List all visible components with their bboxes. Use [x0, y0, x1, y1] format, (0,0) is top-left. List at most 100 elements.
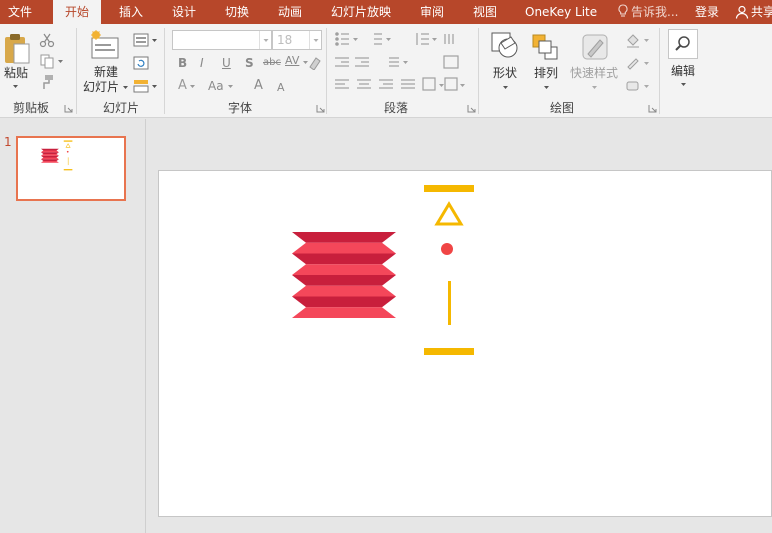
quick-styles-button[interactable]: 快速样式 — [568, 66, 620, 81]
person-icon — [735, 5, 749, 19]
reset-icon[interactable] — [133, 55, 149, 71]
lightbulb-icon — [618, 4, 628, 17]
slide-thumbnail[interactable] — [16, 136, 126, 201]
paragraph-group-label: 段落 — [383, 101, 408, 115]
separator — [164, 28, 165, 114]
format-painter-icon[interactable] — [39, 74, 55, 90]
font-launcher-icon[interactable] — [316, 104, 325, 113]
paste-dropdown-icon[interactable] — [13, 85, 18, 88]
clipboard-group-label: 剪贴板 — [12, 101, 49, 115]
arrange-button[interactable]: 排列 — [530, 66, 562, 81]
font-group-label: 字体 — [227, 101, 252, 115]
shape-fill-dropdown-icon[interactable] — [644, 39, 649, 42]
paste-button[interactable]: 粘贴 — [2, 66, 30, 81]
shadow-button[interactable]: S — [245, 56, 254, 70]
font-color-dropdown-icon[interactable] — [190, 85, 195, 88]
separator — [659, 28, 660, 114]
font-name-combobox[interactable] — [172, 30, 272, 50]
tab-slideshow[interactable]: 幻灯片放映 — [331, 0, 391, 24]
tell-me-box[interactable]: 告诉我... — [617, 0, 678, 24]
font-size-combobox[interactable]: 18 — [272, 30, 322, 50]
ribbon-tab-bar: 文件 开始 插入 设计 切换 动画 幻灯片放映 审阅 视图 OneKey Lit… — [0, 0, 772, 24]
font-size-dropdown[interactable] — [309, 31, 321, 49]
section-dropdown-icon[interactable] — [152, 85, 157, 88]
editing-label[interactable]: 编辑 — [667, 64, 699, 79]
arrange-dropdown-icon[interactable] — [544, 86, 549, 89]
bottom-gold-bar[interactable] — [424, 348, 474, 355]
arrange-icon[interactable] — [530, 32, 562, 62]
red-dot[interactable] — [441, 243, 453, 255]
slides-group-label: 幻灯片 — [102, 101, 139, 115]
chevron-down-icon — [263, 39, 269, 42]
quick-styles-icon[interactable] — [580, 32, 612, 62]
shapes-button[interactable]: 形状 — [489, 66, 521, 81]
grow-font-button[interactable]: A — [254, 79, 263, 93]
separator — [478, 28, 479, 114]
tab-onekey[interactable]: OneKey Lite — [525, 0, 597, 24]
strikethrough-button[interactable]: abc — [263, 56, 281, 70]
triangle-icon[interactable] — [434, 201, 464, 227]
copy-dropdown-icon[interactable] — [58, 60, 63, 63]
share-label: 共享 — [751, 5, 772, 19]
lantern-graphic[interactable] — [292, 232, 396, 318]
top-gold-bar[interactable] — [424, 185, 474, 192]
shapes-dropdown-icon[interactable] — [503, 86, 508, 89]
copy-icon[interactable] — [39, 53, 55, 69]
separator — [76, 28, 77, 114]
ribbon: 粘贴 剪贴板 新建 幻灯片 幻灯片 18 B I U S abc AV A Aa… — [0, 24, 772, 118]
shape-effects-dropdown-icon[interactable] — [644, 85, 649, 88]
shrink-font-button[interactable]: A — [277, 81, 285, 95]
slide-editor-area — [147, 119, 772, 533]
slide-canvas[interactable] — [158, 170, 772, 517]
font-name-dropdown[interactable] — [259, 31, 271, 49]
separator — [326, 28, 327, 114]
shape-effects-icon[interactable] — [625, 78, 641, 94]
share-button[interactable]: 共享 — [735, 0, 772, 24]
new-slide-icon[interactable] — [89, 30, 121, 60]
underline-button[interactable]: U — [222, 56, 231, 70]
paragraph-launcher-icon[interactable] — [467, 104, 476, 113]
tab-animations[interactable]: 动画 — [278, 0, 302, 24]
new-slide-label-1[interactable]: 新建 — [86, 65, 126, 80]
font-size-value: 18 — [277, 33, 293, 47]
tab-home[interactable]: 开始 — [53, 0, 101, 24]
shape-outline-dropdown-icon[interactable] — [644, 62, 649, 65]
tell-me-text: 告诉我... — [631, 5, 679, 19]
tab-view[interactable]: 视图 — [473, 0, 497, 24]
search-icon — [675, 36, 690, 51]
shapes-icon[interactable] — [489, 30, 521, 62]
shape-outline-icon[interactable] — [625, 55, 641, 71]
bold-button[interactable]: B — [178, 56, 187, 70]
editing-button[interactable] — [668, 29, 698, 59]
quick-styles-dropdown-icon[interactable] — [592, 86, 597, 89]
chevron-down-icon — [313, 39, 319, 42]
tab-insert[interactable]: 插入 — [119, 0, 143, 24]
slide-number: 1 — [4, 135, 12, 149]
change-case-button[interactable]: Aa — [208, 79, 224, 93]
clipboard-launcher-icon[interactable] — [64, 104, 73, 113]
tab-review[interactable]: 审阅 — [420, 0, 444, 24]
sign-in-link[interactable]: 登录 — [695, 0, 719, 24]
case-dropdown-icon[interactable] — [228, 85, 233, 88]
gold-vertical-line[interactable] — [448, 281, 451, 325]
new-slide-dropdown-icon[interactable] — [123, 86, 128, 89]
paste-icon[interactable] — [3, 32, 31, 66]
tab-file[interactable]: 文件 — [8, 0, 32, 24]
clear-formatting-icon[interactable] — [307, 54, 323, 70]
paragraph-icons[interactable] — [333, 30, 477, 94]
shape-fill-icon[interactable] — [625, 32, 641, 48]
italic-button[interactable]: I — [200, 56, 204, 70]
tab-transitions[interactable]: 切换 — [225, 0, 249, 24]
layout-icon[interactable] — [133, 32, 149, 48]
layout-dropdown-icon[interactable] — [152, 39, 157, 42]
drawing-launcher-icon[interactable] — [648, 104, 657, 113]
character-spacing-button[interactable]: AV — [285, 54, 299, 68]
new-slide-label-2[interactable]: 幻灯片 — [80, 80, 122, 95]
font-color-button[interactable]: A — [178, 79, 187, 93]
cut-icon[interactable] — [39, 32, 55, 48]
section-icon[interactable] — [133, 78, 149, 94]
tab-design[interactable]: 设计 — [172, 0, 196, 24]
editing-dropdown-icon[interactable] — [681, 83, 686, 86]
drawing-group-label: 绘图 — [549, 101, 574, 115]
slide-thumbnail-preview — [40, 140, 73, 171]
